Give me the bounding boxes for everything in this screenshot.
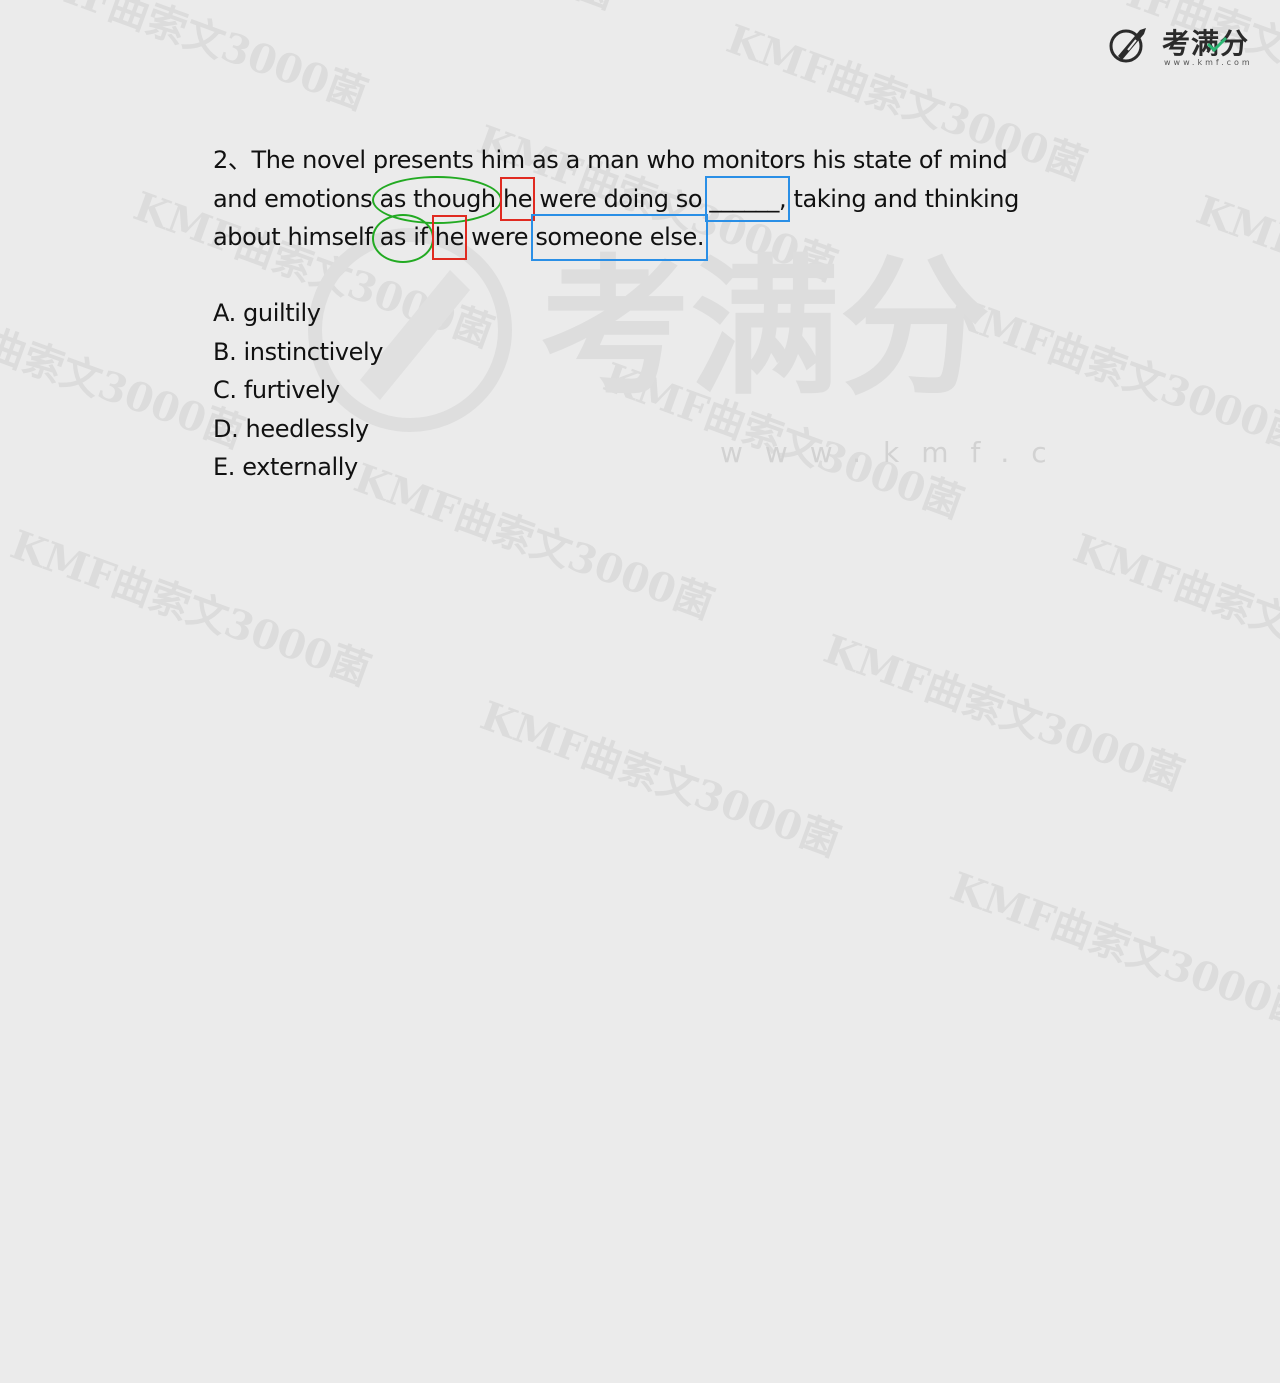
watermark-text: KMF曲索文3000菌 [817,625,1190,800]
blank-box-annotation: ______, [705,175,791,222]
rocket-icon [1109,28,1146,63]
watermark-text: KMF曲索文3000菌 [597,353,970,528]
text-segment: were [463,223,536,251]
red-box-annotation: he [499,176,536,221]
green-circle-annotation: as if [371,214,434,262]
choice-b[interactable]: B. instinctively [213,333,384,372]
question-number: 2、 [213,146,252,174]
watermark-text: KMF曲索文3000菌 [250,0,626,20]
choice-d[interactable]: D. heedlessly [213,410,383,449]
answer-choices: A. guiltily B. instinctively C. furtivel… [213,294,384,487]
background-logo-text: 考满分 [540,242,990,416]
red-box-annotation: he [431,215,467,260]
watermark-text: KMF曲索文3000菌 [1067,524,1280,699]
logo-url: www.kmf.com [1164,58,1253,67]
question-line-1-text: The novel presents him as a man who moni… [251,146,1008,174]
question-line-2: and emotions as though he were doing so … [213,175,1073,224]
kmf-logo: 考满分 www.kmf.com [1106,22,1266,70]
text-segment: taking and thinking [786,184,1019,213]
green-circle-annotation: as though [371,175,502,224]
question-text: 2、The novel presents him as a man who mo… [213,141,1073,262]
text-segment: and emotions [213,184,380,213]
choice-a[interactable]: A. guiltily [213,294,383,333]
watermark-text: KMF曲索文3000菌 [941,287,1280,461]
text-segment: were doing so [532,184,710,213]
watermark-text: KMF曲索文3000菌 [944,863,1280,1037]
background-logo-url: www.kmf.com [720,436,1060,469]
watermark-text: KMF曲索文3000菌 [1,0,374,119]
choice-c[interactable]: C. furtively [213,371,383,410]
question-line-3: about himself as if he were someone else… [213,214,1073,262]
watermark-text: KMF曲索文3000菌 [1190,186,1280,361]
choice-e[interactable]: E. externally [213,448,383,487]
watermark-text: KMF曲索文3000菌 [4,521,377,695]
check-icon [1206,36,1228,52]
watermark-text: KMF曲索文3000菌 [474,692,847,866]
watermark-text: KMF曲索文3000菌 [348,454,721,629]
blue-box-annotation: someone else. [531,214,709,261]
text-segment: about himself [213,223,380,251]
question-line-1: 2、The novel presents him as a man who mo… [213,141,1073,180]
